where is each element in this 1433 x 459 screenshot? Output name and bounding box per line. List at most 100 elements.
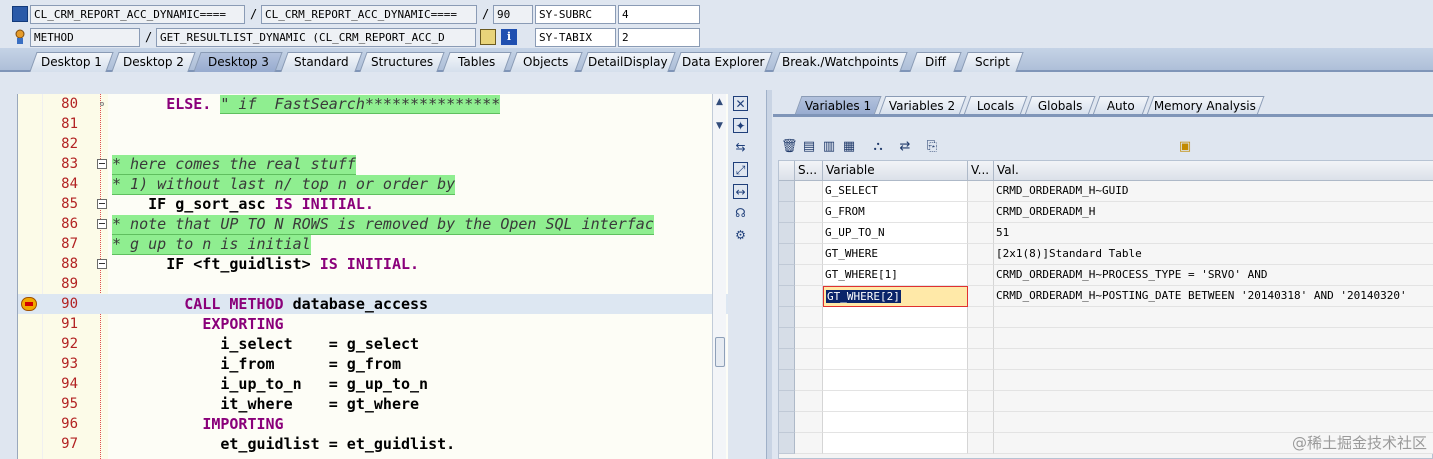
table-row[interactable]: GT_WHERE[2] CRMD_ORDERADM_H~POSTING_DATE …: [779, 286, 1433, 307]
breakpoint-icon[interactable]: [21, 297, 37, 311]
row-selector[interactable]: [779, 391, 795, 412]
swap-icon[interactable]: ↔: [733, 184, 748, 199]
sysvalue-subrc[interactable]: 4: [618, 5, 700, 24]
row-selector[interactable]: [779, 307, 795, 328]
table-row[interactable]: GT_WHERE [2x1(8)]Standard Table: [779, 244, 1433, 265]
variable-cell[interactable]: G_FROM: [823, 202, 968, 223]
variable-cell[interactable]: G_SELECT: [823, 181, 968, 202]
tab-detaildisplay[interactable]: DetailDisplay: [580, 52, 676, 72]
view-cell[interactable]: [968, 286, 994, 307]
view-cell[interactable]: [968, 307, 994, 328]
row-selector[interactable]: [779, 370, 795, 391]
tab-desktop-3[interactable]: Desktop 3: [193, 52, 283, 72]
table-row[interactable]: G_FROM CRMD_ORDERADM_H: [779, 202, 1433, 223]
value-cell[interactable]: [994, 328, 1433, 349]
new-tool-icon[interactable]: ✦: [733, 118, 748, 133]
code-line[interactable]: 85 IF g_sort_asc IS INITIAL.: [18, 194, 728, 214]
table-row[interactable]: [779, 370, 1433, 391]
table-row[interactable]: [779, 307, 1433, 328]
code-line[interactable]: 94 i_up_to_n = g_up_to_n: [18, 374, 728, 394]
code-line[interactable]: 82: [18, 134, 728, 154]
tab-breakpoints[interactable]: Break./Watchpoints: [772, 52, 908, 72]
column-header-s[interactable]: S...: [795, 161, 823, 181]
maximize-icon[interactable]: ⤢: [733, 162, 748, 177]
tab-data-explorer[interactable]: Data Explorer: [673, 52, 773, 72]
tab-variables-2[interactable]: Variables 2: [878, 96, 967, 115]
view-cell[interactable]: [968, 391, 994, 412]
source-editor[interactable]: 80 ELSE. " if FastSearch*************** 8…: [17, 94, 728, 459]
append-row-icon[interactable]: ▥: [821, 139, 837, 155]
column-header-v[interactable]: V...: [968, 161, 994, 181]
view-cell[interactable]: [968, 412, 994, 433]
row-selector[interactable]: [779, 265, 795, 286]
variable-cell[interactable]: GT_WHERE[1]: [823, 265, 968, 286]
variable-cell[interactable]: [823, 391, 968, 412]
fold-toggle-icon[interactable]: [97, 199, 107, 209]
insert-row-icon[interactable]: ▤: [801, 139, 817, 155]
code-line[interactable]: 92 i_select = g_select: [18, 334, 728, 354]
table-row[interactable]: [779, 328, 1433, 349]
tab-locals[interactable]: Locals: [963, 96, 1028, 115]
value-cell[interactable]: [994, 412, 1433, 433]
value-cell[interactable]: [2x1(8)]Standard Table: [994, 244, 1433, 265]
row-selector-header[interactable]: [779, 161, 795, 181]
tab-globals[interactable]: Globals: [1024, 96, 1096, 115]
sysvalue-tabix[interactable]: 2: [618, 28, 700, 47]
tab-diff[interactable]: Diff: [909, 52, 962, 72]
scroll-up-icon[interactable]: ▲: [713, 96, 726, 108]
code-line[interactable]: 88 IF <ft_guidlist> IS INITIAL.: [18, 254, 728, 274]
code-line[interactable]: 90 CALL METHOD database_access: [18, 294, 728, 314]
view-cell[interactable]: [968, 328, 994, 349]
variable-cell[interactable]: [823, 370, 968, 391]
replace-tool-icon[interactable]: ⇆: [733, 140, 748, 155]
code-line[interactable]: 86 * note that UP TO N ROWS is removed by…: [18, 214, 728, 235]
info-icon[interactable]: i: [501, 29, 517, 45]
table-row[interactable]: G_UP_TO_N 51: [779, 223, 1433, 244]
sysfield-subrc[interactable]: SY-SUBRC: [535, 5, 616, 24]
code-line[interactable]: 93 i_from = g_from: [18, 354, 728, 374]
value-cell[interactable]: [994, 370, 1433, 391]
event-field[interactable]: GET_RESULTLIST_DYNAMIC (CL_CRM_REPORT_AC…: [156, 28, 476, 47]
table-row[interactable]: [779, 349, 1433, 370]
tab-tables[interactable]: Tables: [442, 52, 512, 72]
fold-toggle-icon[interactable]: [97, 259, 107, 269]
tab-script[interactable]: Script: [960, 52, 1024, 72]
tab-desktop-1[interactable]: Desktop 1: [29, 52, 114, 72]
code-line[interactable]: 81: [18, 114, 728, 134]
row-selector[interactable]: [779, 223, 795, 244]
tab-variables-1[interactable]: Variables 1: [794, 96, 882, 115]
row-selector[interactable]: [779, 286, 795, 307]
row-selector[interactable]: [779, 244, 795, 265]
value-cell[interactable]: [994, 391, 1433, 412]
value-cell[interactable]: [994, 349, 1433, 370]
code-line[interactable]: 80 ELSE. " if FastSearch***************: [18, 94, 728, 114]
view-cell[interactable]: [968, 181, 994, 202]
settings-tool-icon[interactable]: ⚙: [733, 228, 748, 243]
close-icon[interactable]: ✕: [733, 96, 748, 111]
code-line[interactable]: 83 * here comes the real stuff: [18, 154, 728, 175]
scroll-thumb[interactable]: [715, 337, 725, 367]
variable-cell[interactable]: GT_WHERE: [823, 244, 968, 265]
variable-cell[interactable]: GT_WHERE[2]: [823, 286, 968, 307]
row-selector[interactable]: [779, 202, 795, 223]
view-cell[interactable]: [968, 244, 994, 265]
services-icon[interactable]: ☊: [733, 206, 748, 221]
view-cell[interactable]: [968, 433, 994, 454]
variable-cell[interactable]: [823, 412, 968, 433]
tab-standard[interactable]: Standard: [280, 52, 363, 72]
detail-icon[interactable]: ⎘: [924, 139, 940, 155]
tab-memory-analysis[interactable]: Memory Analysis: [1146, 96, 1265, 115]
delete-icon[interactable]: 🗑: [781, 139, 798, 155]
variable-cell[interactable]: [823, 349, 968, 370]
tab-objects[interactable]: Objects: [509, 52, 583, 72]
variable-cell[interactable]: [823, 307, 968, 328]
tab-desktop-2[interactable]: Desktop 2: [111, 52, 196, 72]
row-selector[interactable]: [779, 328, 795, 349]
variable-cell[interactable]: G_UP_TO_N: [823, 223, 968, 244]
value-cell[interactable]: CRMD_ORDERADM_H~POSTING_DATE BETWEEN '20…: [994, 286, 1433, 307]
source-icon[interactable]: [480, 29, 496, 45]
view-cell[interactable]: [968, 265, 994, 286]
tab-structures[interactable]: Structures: [359, 52, 445, 72]
value-cell[interactable]: CRMD_ORDERADM_H~PROCESS_TYPE = 'SRVO' AN…: [994, 265, 1433, 286]
table-row[interactable]: [779, 391, 1433, 412]
